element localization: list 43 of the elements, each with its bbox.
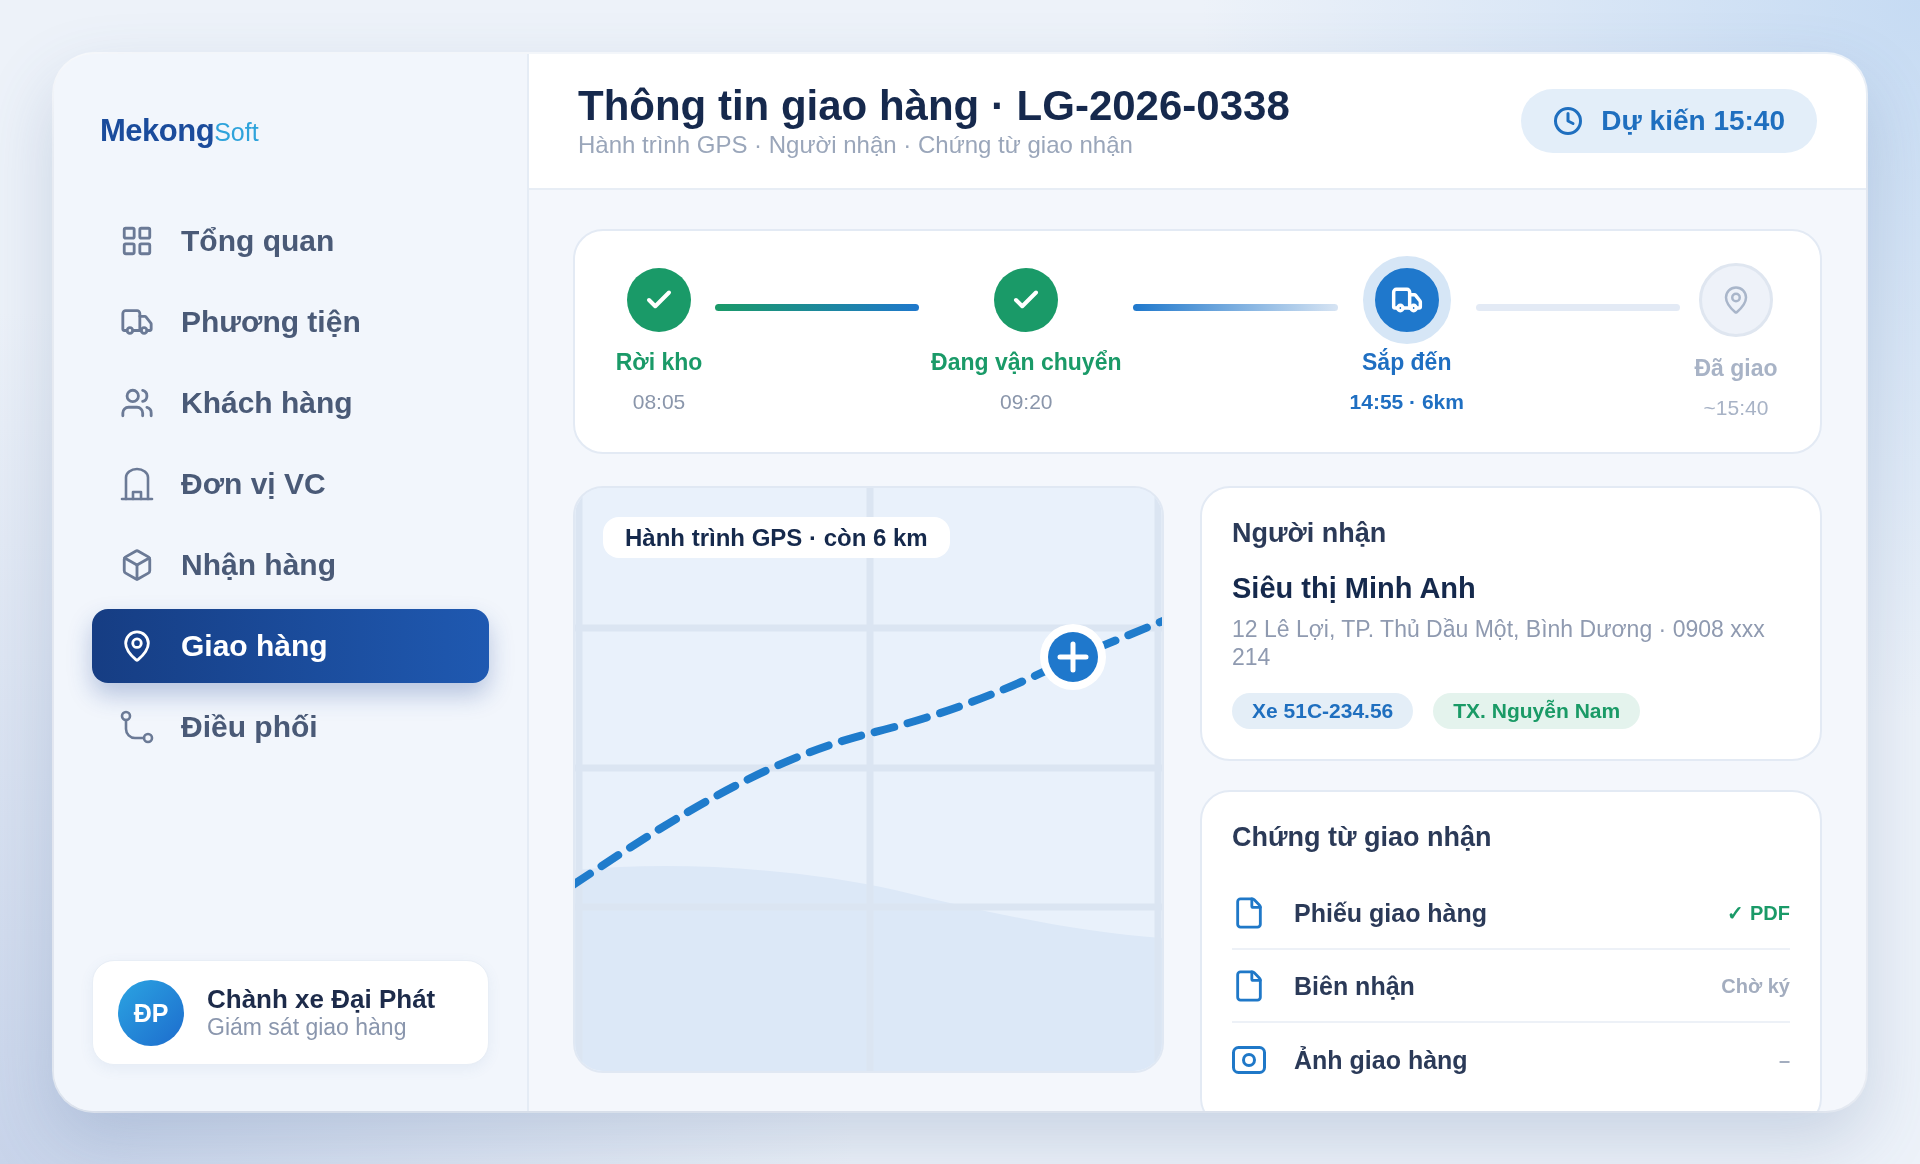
clock-icon (1553, 106, 1584, 136)
recipient-address: 12 Lê Lợi, TP. Thủ Dầu Một, Bình Dương · 0908 xxx 214 (1232, 615, 1766, 671)
page-title: Thông tin giao hàng · LG-2026-0338 (578, 82, 1290, 130)
step-label: Đã giao (1694, 354, 1778, 383)
building-icon (120, 467, 154, 501)
document-name: Phiếu giao hàng (1294, 897, 1489, 928)
step-label: Sắp đến (1362, 347, 1452, 377)
document-status: Chờ ký (1721, 973, 1790, 999)
avatar: ĐP (118, 979, 184, 1046)
nav-item[interactable]: Khách hàng (92, 366, 489, 440)
box-icon (120, 548, 154, 582)
step-time: 08:05 (632, 389, 686, 415)
camera-icon (1232, 1045, 1266, 1074)
user-name: Chành xe Đại Phát (207, 984, 436, 1014)
card-heading: Người nhận (1232, 517, 1388, 550)
card-heading: Chứng từ giao nhận (1232, 821, 1493, 854)
nav-item[interactable]: Giao hàng (92, 609, 489, 683)
route-icon (120, 710, 154, 744)
nav-item[interactable]: Đơn vị VC (92, 447, 489, 521)
plus-circle-icon (1040, 624, 1106, 690)
nav-item[interactable]: Tổng quan (92, 204, 489, 278)
grid-icon (120, 224, 154, 258)
step-time: 09:20 (1000, 389, 1053, 415)
user-role: Giám sát giao hàng (207, 1014, 408, 1041)
document-status: – (1778, 1047, 1790, 1073)
brand-logo: MekongSoft (100, 113, 259, 149)
document-name: Biên nhận (1294, 970, 1416, 1001)
info-tag: TX. Nguyễn Nam (1433, 693, 1641, 729)
eta-label: Dự kiến 15:40 (1601, 104, 1785, 138)
step-time: ~15:40 (1703, 395, 1769, 421)
step-label: Rời kho (615, 348, 703, 377)
document-name: Ảnh giao hàng (1294, 1044, 1469, 1075)
step-label: Đang vận chuyển (931, 348, 1122, 377)
nav-item[interactable]: Phương tiện (92, 285, 489, 359)
step-time: 14:55 · 6km (1349, 389, 1464, 415)
users-icon (120, 386, 154, 420)
info-tag: Xe 51C-234.56 (1232, 693, 1414, 729)
map-label: Hành trình GPS · còn 6 km (603, 517, 950, 558)
document-status: ✓ PDF (1727, 900, 1790, 926)
nav-item[interactable]: Điều phối (92, 690, 489, 764)
page-subtitle: Hành trình GPS · Người nhận · Chứng từ giao nhận (578, 130, 1133, 160)
nav-item[interactable]: Nhận hàng (92, 528, 489, 602)
recipient-name: Siêu thị Minh Anh (1232, 571, 1477, 606)
